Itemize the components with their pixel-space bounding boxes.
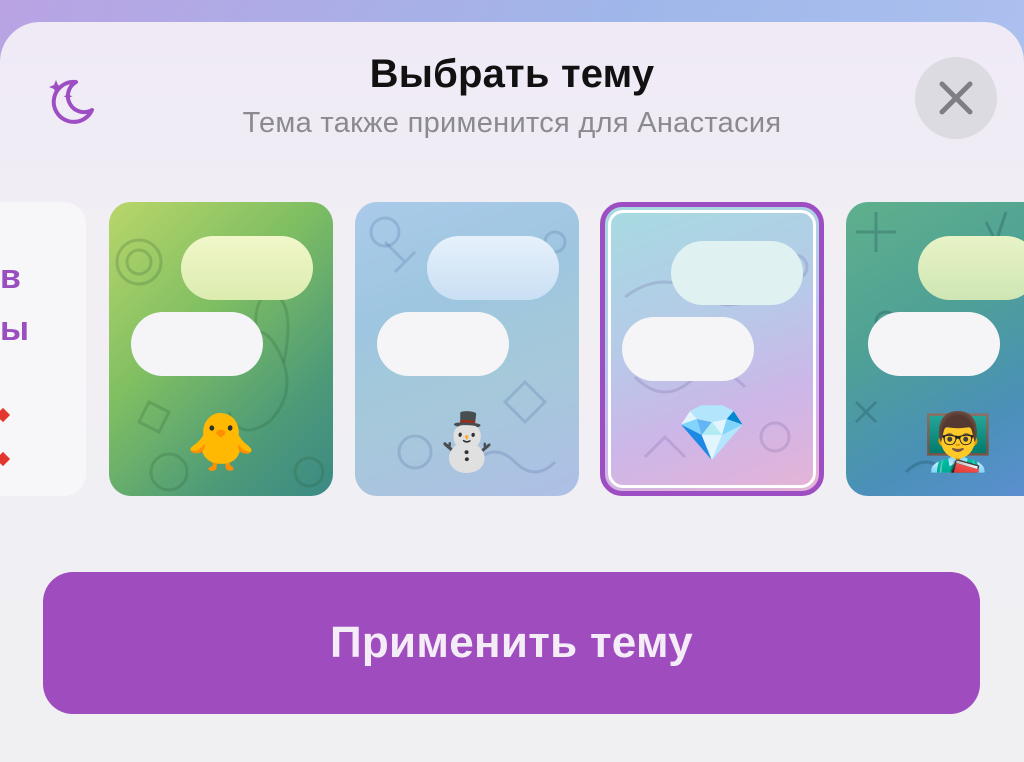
theme-sheet: Выбрать тему Тема также применится для А…	[0, 22, 1024, 762]
outgoing-bubble-preview	[671, 241, 803, 305]
incoming-bubble-preview	[377, 312, 509, 376]
incoming-bubble-preview	[131, 312, 263, 376]
outgoing-bubble-preview	[918, 236, 1024, 300]
sheet-subtitle: Тема также применится для Анастасия	[242, 107, 782, 139]
sheet-header: Выбрать тему Тема также применится для А…	[0, 52, 1024, 140]
theme-card-gem-selected[interactable]: 💎	[600, 202, 824, 496]
theme-card-no-theme[interactable]: в ы	[0, 202, 86, 496]
close-icon	[939, 81, 973, 115]
incoming-bubble-preview	[622, 317, 754, 381]
no-theme-text-line1: в	[0, 258, 21, 296]
theme-emoji: 👨‍🏫	[923, 410, 993, 473]
incoming-bubble-preview	[868, 312, 1000, 376]
outgoing-bubble-preview	[181, 236, 313, 300]
red-diamond-icon	[0, 407, 11, 423]
theme-card-teacher[interactable]: 👨‍🏫	[846, 202, 1024, 496]
theme-carousel[interactable]: в ы 🐥	[0, 202, 1024, 497]
sheet-title: Выбрать тему	[369, 52, 655, 96]
theme-card-snowman[interactable]: ⛄	[355, 202, 579, 496]
apply-theme-button[interactable]: Применить тему	[43, 572, 980, 714]
close-button[interactable]	[915, 57, 997, 139]
no-theme-text-line2: ы	[0, 310, 30, 348]
theme-emoji: 💎	[677, 401, 747, 464]
red-diamond-icon	[0, 451, 11, 467]
outgoing-bubble-preview	[427, 236, 559, 300]
theme-emoji: ⛄	[432, 410, 502, 473]
theme-card-chick[interactable]: 🐥	[109, 202, 333, 496]
theme-emoji: 🐥	[186, 410, 256, 473]
